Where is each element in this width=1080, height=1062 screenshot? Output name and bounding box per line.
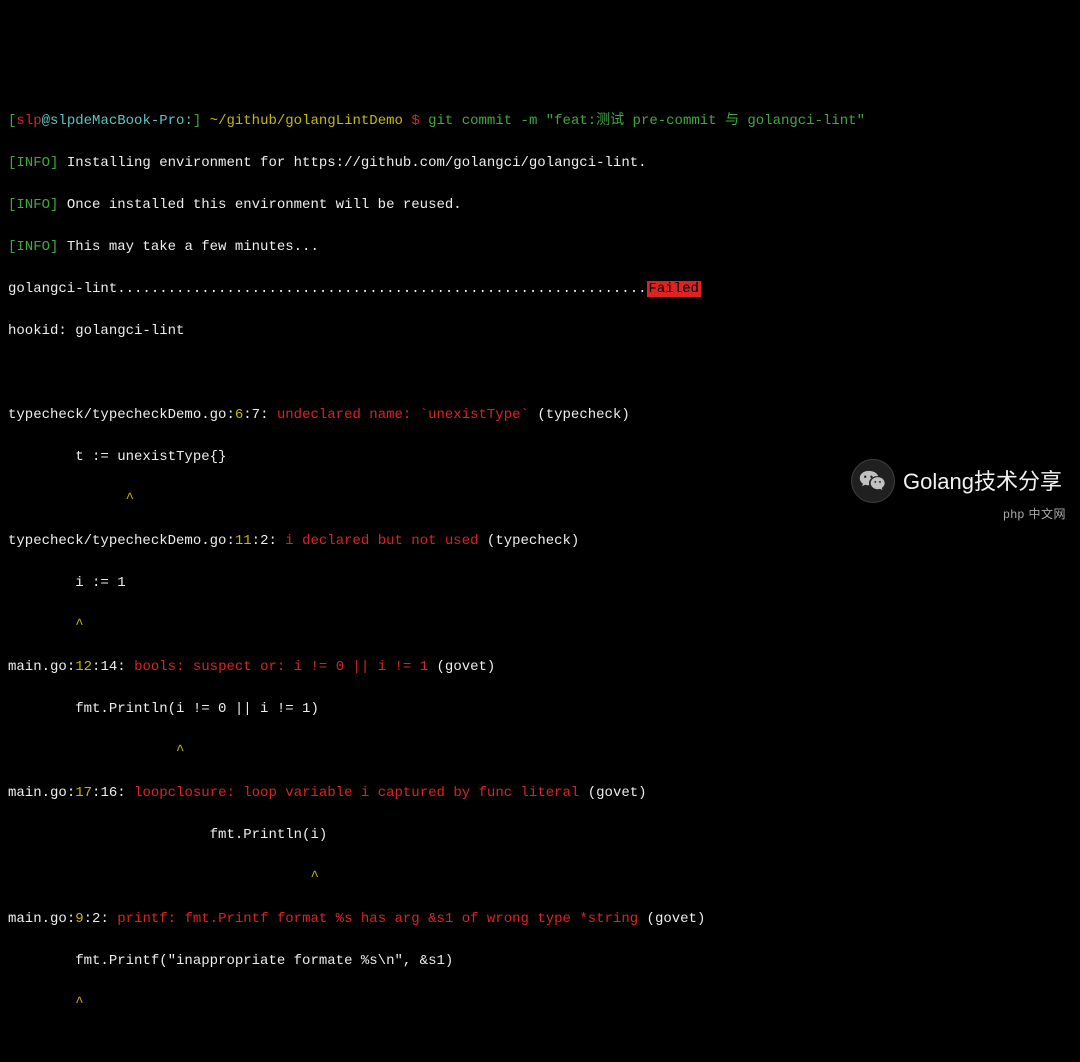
issue-col: 16: [100, 785, 117, 801]
issue-line: 6: [235, 407, 243, 423]
issue-caret: ^: [8, 615, 1072, 636]
issue-suffix: (typecheck): [529, 407, 630, 423]
status-badge: Failed: [647, 281, 701, 297]
issue-line: 12: [75, 659, 92, 675]
issue-col: 2: [92, 911, 100, 927]
watermark-text: Golang技术分享: [903, 465, 1062, 498]
issue-col: 2: [260, 533, 268, 549]
info-line: [INFO] Installing environment for https:…: [8, 153, 1072, 174]
issue-file: main.go: [8, 659, 67, 675]
issue-line: 17: [75, 785, 92, 801]
prompt-host: slpdeMacBook-Pro:: [50, 113, 193, 129]
issue-suffix: (govet): [428, 659, 495, 675]
info-tag: [INFO]: [8, 197, 58, 213]
info-text: Once installed this environment will be …: [58, 197, 461, 213]
issue-col: 14: [100, 659, 117, 675]
issue-msg: printf: fmt.Printf format %s has arg &s1…: [117, 911, 638, 927]
prompt-bracket-close: ]: [193, 113, 201, 129]
issue-msg: i declared but not used: [285, 533, 478, 549]
hookid-line: hookid: golangci-lint: [8, 321, 1072, 342]
info-tag: [INFO]: [8, 239, 58, 255]
issue-suffix: (govet): [638, 911, 705, 927]
prompt-dollar: $: [411, 113, 428, 129]
issue-line: 11: [235, 533, 252, 549]
info-tag: [INFO]: [8, 155, 58, 171]
hook-dots: ........................................…: [117, 281, 646, 297]
prompt-line: [slp@slpdeMacBook-Pro:] ~/github/golangL…: [8, 111, 1072, 132]
wechat-icon: [851, 459, 895, 503]
lint-issue: typecheck/typecheckDemo.go:11:2: i decla…: [8, 531, 1072, 552]
info-line: [INFO] Once installed this environment w…: [8, 195, 1072, 216]
issue-file: typecheck/typecheckDemo.go: [8, 533, 226, 549]
issue-file: typecheck/typecheckDemo.go: [8, 407, 226, 423]
issue-suffix: (typecheck): [479, 533, 580, 549]
hook-run-line: golangci-lint...........................…: [8, 279, 1072, 300]
issue-msg: bools: suspect or: i != 0 || i != 1: [134, 659, 428, 675]
issue-suffix: (govet): [579, 785, 646, 801]
lint-issue: main.go:9:2: printf: fmt.Printf format %…: [8, 909, 1072, 930]
issue-caret: ^: [8, 741, 1072, 762]
brand-text: php 中文网: [1003, 505, 1066, 523]
issue-msg: loopclosure: loop variable i captured by…: [134, 785, 579, 801]
issue-code: fmt.Println(i != 0 || i != 1): [8, 699, 1072, 720]
issue-col: 7: [252, 407, 260, 423]
watermark: Golang技术分享: [851, 459, 1062, 503]
prompt-cwd: ~/github/golangLintDemo: [201, 113, 411, 129]
issue-file: main.go: [8, 785, 67, 801]
issue-code: fmt.Println(i): [8, 825, 1072, 846]
issue-line: 9: [75, 911, 83, 927]
prompt-at: @: [42, 113, 50, 129]
lint-issue: main.go:12:14: bools: suspect or: i != 0…: [8, 657, 1072, 678]
issue-code: fmt.Printf("inappropriate formate %s\n",…: [8, 951, 1072, 972]
info-text: Installing environment for https://githu…: [58, 155, 646, 171]
command-text: git commit -m "feat:测试 pre-commit 与 gola…: [428, 113, 865, 129]
info-text: This may take a few minutes...: [58, 239, 318, 255]
prompt-user: slp: [16, 113, 41, 129]
issue-code: i := 1: [8, 573, 1072, 594]
hook-name: golangci-lint: [8, 281, 117, 297]
issue-file: main.go: [8, 911, 67, 927]
issue-caret: ^: [8, 993, 1072, 1014]
lint-issue: main.go:17:16: loopclosure: loop variabl…: [8, 783, 1072, 804]
info-line: [INFO] This may take a few minutes...: [8, 237, 1072, 258]
lint-issue: typecheck/typecheckDemo.go:6:7: undeclar…: [8, 405, 1072, 426]
issue-msg: undeclared name: `unexistType`: [277, 407, 529, 423]
issue-caret: ^: [8, 867, 1072, 888]
terminal-output: [slp@slpdeMacBook-Pro:] ~/github/golangL…: [8, 90, 1072, 1035]
